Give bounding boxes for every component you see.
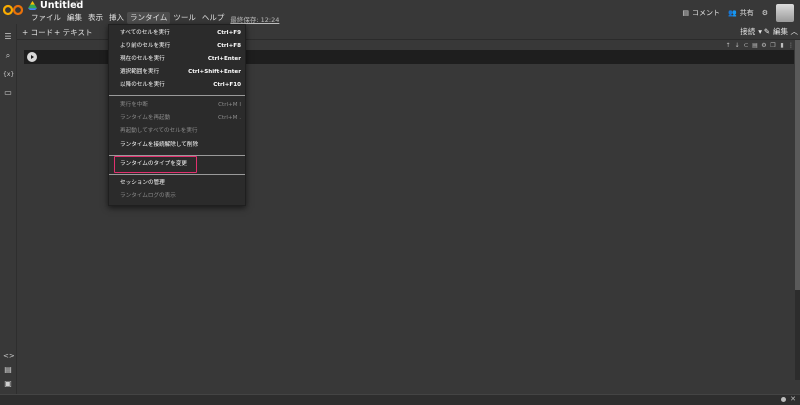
menu-item-label: ランタイムを再起動: [120, 115, 171, 121]
menubar: ファイル 編集 表示 挿入 ランタイム ツール ヘルプ 最終保存: 12:24: [28, 12, 282, 24]
menu-tools[interactable]: ツール: [170, 12, 199, 24]
delete-icon[interactable]: ▮: [779, 43, 785, 49]
menu-item-label: ランタイムログの表示: [120, 193, 176, 199]
command-palette-icon[interactable]: ▤: [3, 365, 13, 375]
menu-item-label: 実行を中断: [120, 102, 148, 108]
menu-item-label: 現在のセルを実行: [120, 56, 165, 62]
left-sidebar: ☰ ⌕ {x} ▭ <> ▤ ▣: [0, 24, 17, 394]
comment-button[interactable]: ▤ コメント: [682, 8, 720, 18]
code-snippets-icon[interactable]: <>: [3, 351, 15, 361]
menu-item-label: 以降のセルを実行: [120, 82, 165, 88]
menu-edit[interactable]: 編集: [64, 12, 85, 24]
menu-item-label: すべてのセルを実行: [120, 30, 170, 36]
collapse-chevron-icon[interactable]: ︿: [791, 26, 799, 37]
share-button[interactable]: 👥 共有: [728, 8, 754, 18]
menu-item-label: 再起動してすべてのセルを実行: [120, 128, 198, 134]
link-icon[interactable]: ⊂: [743, 43, 749, 49]
status-dot-icon[interactable]: [781, 397, 786, 402]
star-icon[interactable]: ☆: [73, 0, 81, 10]
menu-file[interactable]: ファイル: [28, 12, 64, 24]
menu-item-disconnect-delete[interactable]: ランタイムを接続解除して削除: [109, 139, 245, 151]
menu-item-shortcut: Ctrl+F9: [217, 30, 241, 36]
search-icon[interactable]: ⌕: [3, 51, 13, 61]
chevron-down-icon: ▾: [758, 27, 762, 36]
header-actions: ▤ コメント 👥 共有 ⚙: [682, 4, 794, 22]
menu-item-run-all[interactable]: すべてのセルを実行 Ctrl+F9: [109, 27, 245, 39]
menu-item-label: セッションの管理: [120, 180, 165, 186]
runtime-menu-dropdown: すべてのセルを実行 Ctrl+F9 より前のセルを実行 Ctrl+F8 現在のセ…: [108, 24, 246, 206]
menu-insert[interactable]: 挿入: [106, 12, 127, 24]
menu-item-run-before[interactable]: より前のセルを実行 Ctrl+F8: [109, 40, 245, 52]
scrollbar-thumb[interactable]: [795, 40, 800, 290]
menu-item-interrupt: 実行を中断 Ctrl+M I: [109, 99, 245, 111]
menu-divider: [109, 95, 245, 96]
header-bar: Untitled ☆ ファイル 編集 表示 挿入 ランタイム ツール ヘルプ 最…: [0, 0, 800, 24]
menu-item-shortcut: Ctrl+M .: [217, 115, 241, 121]
close-icon[interactable]: ✕: [790, 395, 796, 403]
terminal-icon[interactable]: ▣: [3, 379, 13, 389]
colab-logo-icon[interactable]: [3, 4, 23, 16]
menu-item-shortcut: Ctrl+Shift+Enter: [188, 69, 241, 75]
add-code-button[interactable]: + コード: [22, 27, 53, 38]
menu-item-run-focused[interactable]: 現在のセルを実行 Ctrl+Enter: [109, 53, 245, 65]
menu-item-shortcut: Ctrl+M I: [218, 102, 241, 108]
menu-item-label: 選択範囲を実行: [120, 69, 160, 75]
menu-item-label: ランタイムを接続解除して削除: [120, 142, 199, 148]
run-cell-icon[interactable]: [27, 52, 37, 62]
variables-icon[interactable]: {x}: [3, 70, 14, 80]
toc-list-icon[interactable]: ☰: [3, 32, 13, 42]
move-up-icon[interactable]: ↑: [725, 43, 731, 49]
menu-item-shortcut: Ctrl+F8: [217, 43, 241, 49]
menu-item-run-selection[interactable]: 選択範囲を実行 Ctrl+Shift+Enter: [109, 66, 245, 78]
status-bar: ✕: [0, 394, 800, 405]
highlight-box: [114, 156, 197, 173]
cell-toolbar: ↑ ↓ ⊂ ▤ ⚙ ❐ ▮ ⋮: [725, 43, 794, 49]
menu-view[interactable]: 表示: [85, 12, 106, 24]
menu-item-manage-sessions[interactable]: セッションの管理: [109, 177, 245, 189]
share-label: 共有: [739, 9, 754, 17]
drive-icon: [28, 1, 37, 10]
menu-runtime[interactable]: ランタイム: [127, 12, 171, 24]
cell-settings-icon[interactable]: ⚙: [761, 43, 767, 49]
menu-item-view-runtime-logs: ランタイムログの表示: [109, 190, 245, 202]
menu-item-shortcut: Ctrl+Enter: [207, 56, 241, 62]
edit-label: 編集: [773, 27, 788, 36]
last-saved-link[interactable]: 最終保存: 12:24: [227, 12, 282, 24]
settings-gear-icon[interactable]: ⚙: [762, 9, 768, 17]
menu-item-restart: ランタイムを再起動 Ctrl+M .: [109, 112, 245, 124]
mirror-cell-icon[interactable]: ❐: [770, 43, 776, 49]
connect-button[interactable]: 接続 ▾: [740, 26, 762, 37]
move-down-icon[interactable]: ↓: [734, 43, 740, 49]
more-vert-icon[interactable]: ⋮: [788, 43, 794, 49]
menu-help[interactable]: ヘルプ: [199, 12, 228, 24]
connect-label: 接続: [740, 27, 756, 36]
pencil-icon: ✎: [763, 27, 770, 36]
comment-icon: ▤: [682, 9, 689, 17]
menu-item-run-after[interactable]: 以降のセルを実行 Ctrl+F10: [109, 79, 245, 91]
avatar[interactable]: [776, 4, 794, 22]
menu-item-label: より前のセルを実行: [120, 43, 171, 49]
add-text-button[interactable]: + テキスト: [54, 27, 92, 38]
comment-label: コメント: [692, 9, 720, 17]
people-icon: 👥: [728, 9, 737, 17]
comment-cell-icon[interactable]: ▤: [752, 43, 758, 49]
menu-item-shortcut: Ctrl+F10: [213, 82, 241, 88]
menu-item-restart-run-all: 再起動してすべてのセルを実行: [109, 125, 245, 137]
folder-icon[interactable]: ▭: [3, 88, 13, 98]
edit-button[interactable]: ✎ 編集: [764, 26, 788, 37]
menu-divider: [109, 174, 245, 175]
